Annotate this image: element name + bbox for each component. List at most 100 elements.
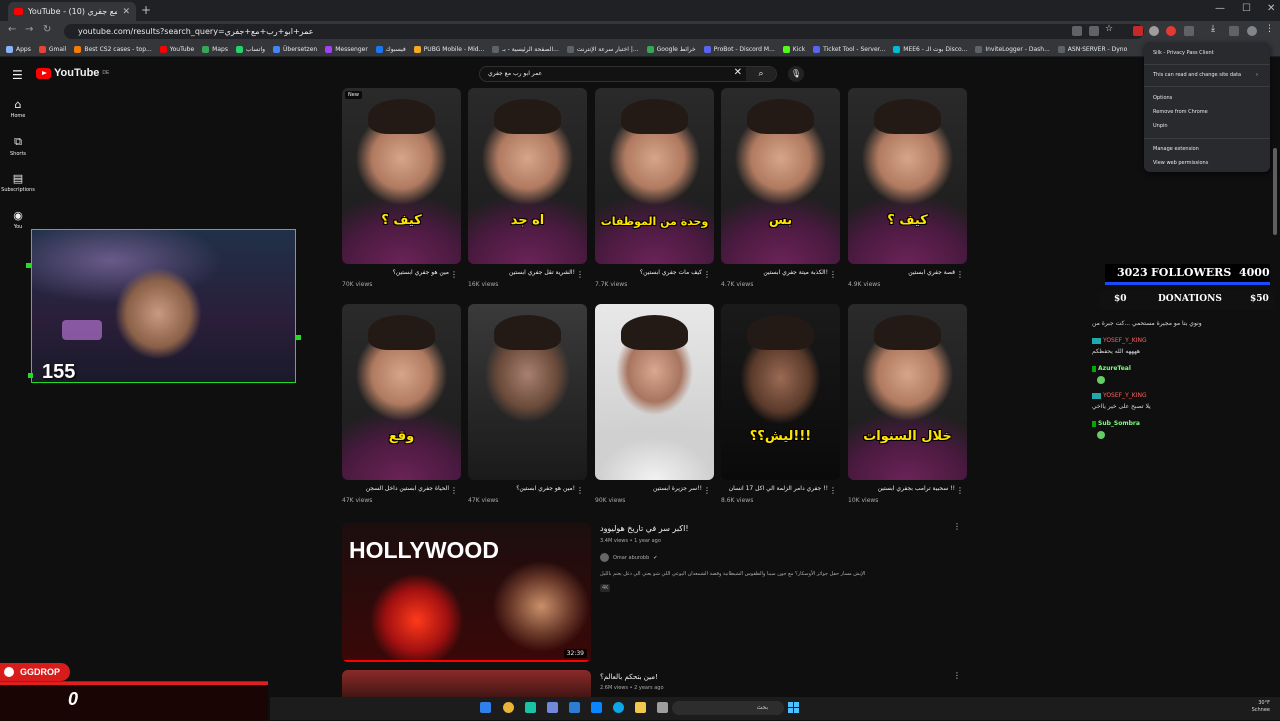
more-options-icon[interactable]: ⋮ [829,486,837,495]
windows-start-icon[interactable] [788,702,800,714]
short-card[interactable]: سر جزيرة ابستين!! 90K views ⋮ [595,304,714,504]
bookmark-item[interactable]: Apps [6,45,31,53]
bookmark-item[interactable]: PUBG Mobile - Mid... [413,45,484,53]
short-title[interactable]: الكذبة ميتة جفري ابستين! [721,269,840,276]
app-icon[interactable] [657,702,668,713]
short-card[interactable]: وقع الحياة جفري ابستين داخل السجن 47K vi… [342,304,461,504]
file-explorer-icon[interactable] [635,702,646,713]
bookmark-item[interactable]: الصفحة الرئيسية - بـ... [492,45,559,53]
discord-icon[interactable] [547,702,558,713]
short-title[interactable]: مين هو جفري ابستين؟! [468,485,587,492]
video-title[interactable]: مين بتحكم بالعالم؟! [600,673,658,681]
app-icon[interactable] [480,702,491,713]
channel-link[interactable]: Omar aburobb ✔ [600,553,657,562]
nav-you[interactable]: ◉ You [0,209,36,230]
short-thumbnail[interactable]: New كيف ؟ [342,88,461,264]
profile-avatar-icon[interactable] [1247,26,1257,36]
browser-tab[interactable]: YouTube - عمر ابو رب مع جفري (10) ✕ [8,2,136,21]
tab-search-icon[interactable] [1229,26,1239,36]
address-bar[interactable]: youtube.com/results?search_query=عمر+ابو… [64,24,1144,39]
nav-shorts[interactable]: ⧉ Shorts [0,135,36,157]
chrome-icon[interactable] [503,702,514,713]
bookmark-item[interactable]: Übersetzen [273,45,317,53]
download-icon[interactable]: ⤓ [1211,24,1221,34]
short-thumbnail[interactable]: بس [721,88,840,264]
more-options-icon[interactable]: ⋮ [956,486,964,495]
short-card[interactable]: بس الكذبة ميتة جفري ابستين! 4.7K views ⋮ [721,88,840,288]
short-thumbnail[interactable]: خلال السنوات [848,304,967,480]
chrome-menu-icon[interactable]: ⋮ [1265,24,1275,34]
short-title[interactable]: سر جزيرة ابستين!! [595,485,714,492]
short-thumbnail[interactable] [595,304,714,480]
maximize-icon[interactable]: ☐ [1242,3,1251,14]
menu-item-site-data[interactable]: This can read and change site data [1153,72,1241,78]
short-thumbnail[interactable]: ليش؟؟!!! [721,304,840,480]
extensions-puzzle-icon[interactable] [1184,26,1194,36]
bookmark-item[interactable]: فيسبوك [375,45,406,53]
bookmark-item[interactable]: Ticket Tool - Server... [813,45,885,53]
short-title[interactable]: كيف مات جفري ابستين؟ [595,269,714,276]
extension-icon[interactable] [1133,26,1143,36]
bookmark-item[interactable]: Kick [782,45,805,53]
new-tab-icon[interactable]: + [141,3,151,17]
short-card[interactable]: ليش؟؟!!! جفري دامر الزلمة الي اكل 17 انس… [721,304,840,504]
short-title[interactable]: الحياة جفري ابستين داخل السجن [342,485,461,492]
menu-icon[interactable]: ☰ [12,68,23,82]
edge-icon[interactable] [613,702,624,713]
tab-close-icon[interactable]: ✕ [122,7,130,17]
more-options-icon[interactable]: ⋮ [953,671,961,680]
translate-icon[interactable] [1072,26,1082,36]
bookmark-item[interactable]: اختبار سرعة الإنترنت |... [566,45,639,53]
short-card[interactable]: مين هو جفري ابستين؟! 47K views ⋮ [468,304,587,504]
menu-item-unpin[interactable]: Unpin [1153,123,1168,129]
short-thumbnail[interactable]: وقع [342,304,461,480]
youtube-logo[interactable]: YouTube DE [36,67,109,79]
more-options-icon[interactable]: ⋮ [829,270,837,279]
short-title[interactable]: جفري دامر الزلمة الي اكل 17 انسان !! [721,485,840,492]
store-icon[interactable] [591,702,602,713]
more-options-icon[interactable]: ⋮ [956,270,964,279]
more-options-icon[interactable]: ⋮ [576,486,584,495]
short-card[interactable]: خلال السنوات سحبية ترامب بجفري ابستين !!… [848,304,967,504]
video-title[interactable]: اكبر سر في تاريخ هوليوود! [600,524,689,533]
nav-home[interactable]: ⌂ Home [0,98,36,119]
video-thumbnail[interactable]: HOLLYWOOD 32:39 [342,523,591,662]
short-card[interactable]: New كيف ؟ مين هو جفري ابستين؟ 70K views ⋮ [342,88,461,288]
video-thumbnail[interactable] [342,670,591,700]
menu-item-remove[interactable]: Remove from Chrome [1153,109,1208,115]
menu-item-manage[interactable]: Manage extension [1153,146,1199,152]
more-options-icon[interactable]: ⋮ [703,270,711,279]
app-icon[interactable] [569,702,580,713]
page-scrollbar[interactable] [1273,148,1277,235]
more-options-icon[interactable]: ⋮ [953,522,961,531]
menu-item-options[interactable]: Options [1153,95,1172,101]
taskbar-search[interactable]: بحث [672,701,784,715]
search-box[interactable]: عمر ابو رب مع جفري ✕ ⌕ [479,66,777,82]
short-thumbnail[interactable] [468,304,587,480]
more-options-icon[interactable]: ⋮ [450,486,458,495]
short-card[interactable]: اه جد الشرية تقل جفري ابستين! 16K views … [468,88,587,288]
short-title[interactable]: قصة جفري ابستين [848,269,967,276]
weather-widget[interactable]: 30°F Schnee [1252,700,1270,714]
clear-search-icon[interactable]: ✕ [734,67,742,78]
more-options-icon[interactable]: ⋮ [450,270,458,279]
bookmark-item[interactable]: واتساب [235,45,265,53]
search-input[interactable]: عمر ابو رب مع جفري [488,70,542,77]
bookmark-item[interactable]: Google خرائط [646,45,696,53]
short-title[interactable]: مين هو جفري ابستين؟ [342,269,461,276]
bookmark-item[interactable]: Maps [202,45,228,53]
menu-item-permissions[interactable]: View web permissions [1153,160,1208,166]
reload-icon[interactable]: ↻ [43,24,51,35]
bookmark-item[interactable]: Gmail [38,45,66,53]
bookmark-star-icon[interactable]: ☆ [1105,24,1115,34]
short-title[interactable]: سحبية ترامب بجفري ابستين !! [848,485,967,492]
more-options-icon[interactable]: ⋮ [576,270,584,279]
short-thumbnail[interactable]: كيف ؟ [848,88,967,264]
bookmark-item[interactable]: Best CS2 cases - top... [74,45,152,53]
more-options-icon[interactable]: ⋮ [703,486,711,495]
silk-extension-icon[interactable] [1149,26,1159,36]
cast-icon[interactable] [1089,26,1099,36]
search-icon[interactable]: ⌕ [746,67,776,81]
short-thumbnail[interactable]: وحدة من الموظفات [595,88,714,264]
extension-icon[interactable] [1166,26,1176,36]
